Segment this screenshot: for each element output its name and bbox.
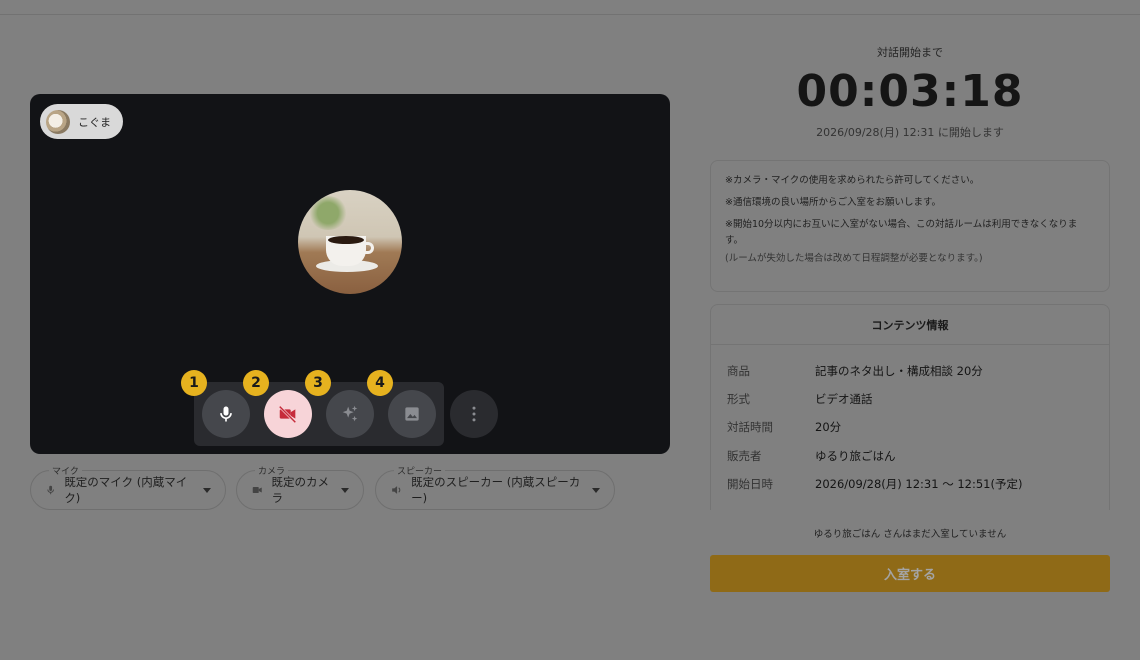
background-button[interactable] xyxy=(388,390,436,438)
info-value: 記事のネタ出し・構成相談 20分 xyxy=(815,364,983,378)
participant-name: こぐま xyxy=(78,115,111,129)
enter-room-button[interactable]: 入室する xyxy=(710,555,1110,592)
mic-select-value: 既定のマイク (内蔵マイク) xyxy=(64,475,188,505)
sparkle-effects-icon xyxy=(342,405,358,422)
info-key: 対話時間 xyxy=(727,420,773,434)
speaker-icon xyxy=(392,486,401,494)
profile-avatar-large xyxy=(298,190,402,294)
notice-subnote: (ルームが失効した場合は改めて日程調整が必要となります。) xyxy=(725,252,983,264)
info-key: 開始日時 xyxy=(727,477,773,491)
step-badge-4: 4 xyxy=(367,370,393,396)
participant-chip: こぐま xyxy=(40,104,123,139)
waiting-status-message: ゆるり旅ごはん さんはまだ入室していません xyxy=(813,529,1007,540)
speaker-select[interactable]: スピーカー 既定のスピーカー (内蔵スピーカー) xyxy=(375,464,615,510)
info-key: 形式 xyxy=(727,392,750,406)
camera-toggle-button[interactable] xyxy=(264,390,312,438)
countdown-label: 対話開始まで xyxy=(877,46,943,59)
info-value: 20分 xyxy=(815,420,842,434)
avatar xyxy=(46,109,70,134)
camera-off-icon xyxy=(278,405,297,424)
content-info-panel: コンテンツ情報 商品 記事のネタ出し・構成相談 20分 形式 ビデオ通話 対話時… xyxy=(710,304,1110,510)
speaker-select-label: スピーカー xyxy=(394,464,446,477)
step-badge-3: 3 xyxy=(305,370,331,396)
info-value: 2026/09/28(月) 12:31 〜 12:51(予定) xyxy=(815,477,1023,491)
camera-select-value: 既定のカメラ xyxy=(271,475,329,505)
more-vertical-icon xyxy=(472,406,476,422)
info-key: 商品 xyxy=(727,364,750,378)
effects-button[interactable] xyxy=(326,390,374,438)
microphone-icon xyxy=(47,485,54,495)
mic-select-label: マイク xyxy=(49,464,82,477)
notice-box: ※カメラ・マイクの使用を求められたら許可してください。 ※通信環境の良い場所から… xyxy=(710,160,1110,292)
step-badge-1: 1 xyxy=(181,370,207,396)
countdown-timer: 00:03:18 xyxy=(796,66,1024,117)
start-time-note: 2026/09/28(月) 12:31 に開始します xyxy=(816,126,1004,139)
info-value: ビデオ通話 xyxy=(815,392,873,406)
content-info-title: コンテンツ情報 xyxy=(711,305,1109,345)
info-value: ゆるり旅ごはん xyxy=(815,449,896,463)
camera-select[interactable]: カメラ 既定のカメラ xyxy=(236,464,364,510)
microphone-icon xyxy=(220,406,232,422)
header-divider xyxy=(0,14,1140,15)
notice-item: ※カメラ・マイクの使用を求められたら許可してください。 xyxy=(725,175,980,186)
chevron-down-icon xyxy=(341,487,349,493)
notice-item: ※開始10分以内にお互いに入室がない場合、この対話ルームは利用できなくなります。 xyxy=(725,219,1078,246)
notice-item: ※通信環境の良い場所からご入室をお願いします。 xyxy=(725,197,942,209)
camera-select-label: カメラ xyxy=(255,464,289,477)
mic-select[interactable]: マイク 既定のマイク (内蔵マイク) xyxy=(30,464,226,510)
more-options-button[interactable] xyxy=(450,390,498,438)
mic-toggle-button[interactable] xyxy=(202,390,250,438)
background-image-icon xyxy=(405,407,419,421)
chevron-down-icon xyxy=(592,487,600,493)
speaker-select-value: 既定のスピーカー (内蔵スピーカー) xyxy=(411,475,581,505)
chevron-down-icon xyxy=(203,487,211,493)
video-preview: こぐま 1 2 3 4 xyxy=(30,94,670,454)
step-badge-2: 2 xyxy=(243,370,269,396)
video-camera-icon xyxy=(252,487,262,493)
info-key: 販売者 xyxy=(727,449,762,463)
